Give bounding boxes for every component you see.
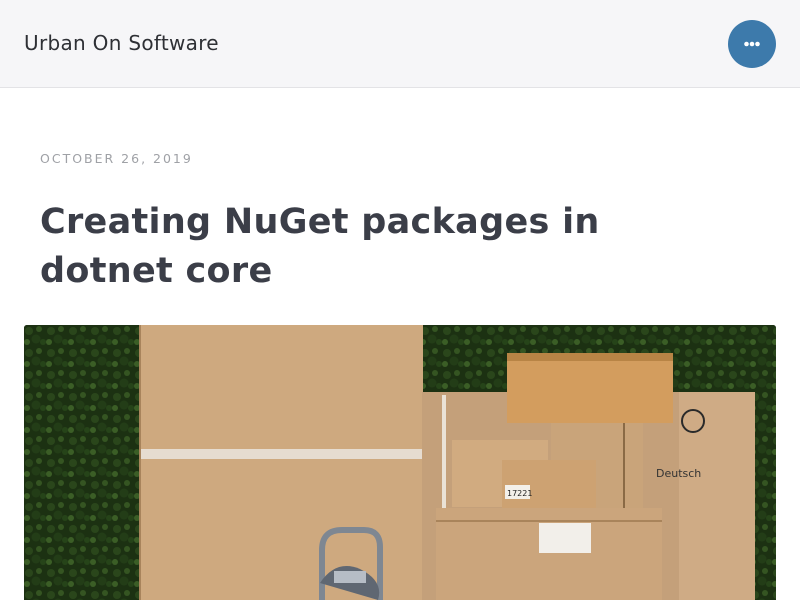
menu-button[interactable] <box>728 20 776 68</box>
post-title: Creating NuGet packages in dotnet core <box>40 202 600 291</box>
post-date: OCTOBER 26, 2019 <box>40 151 193 166</box>
hero-image: Deutsch 17221 <box>24 325 776 600</box>
site-header: Urban On Software <box>0 0 800 88</box>
more-horizontal-icon <box>744 41 760 47</box>
box-label-left: 17221 <box>507 489 532 498</box>
site-title[interactable]: Urban On Software <box>24 31 219 55</box>
box-label-right: Deutsch <box>656 467 701 480</box>
